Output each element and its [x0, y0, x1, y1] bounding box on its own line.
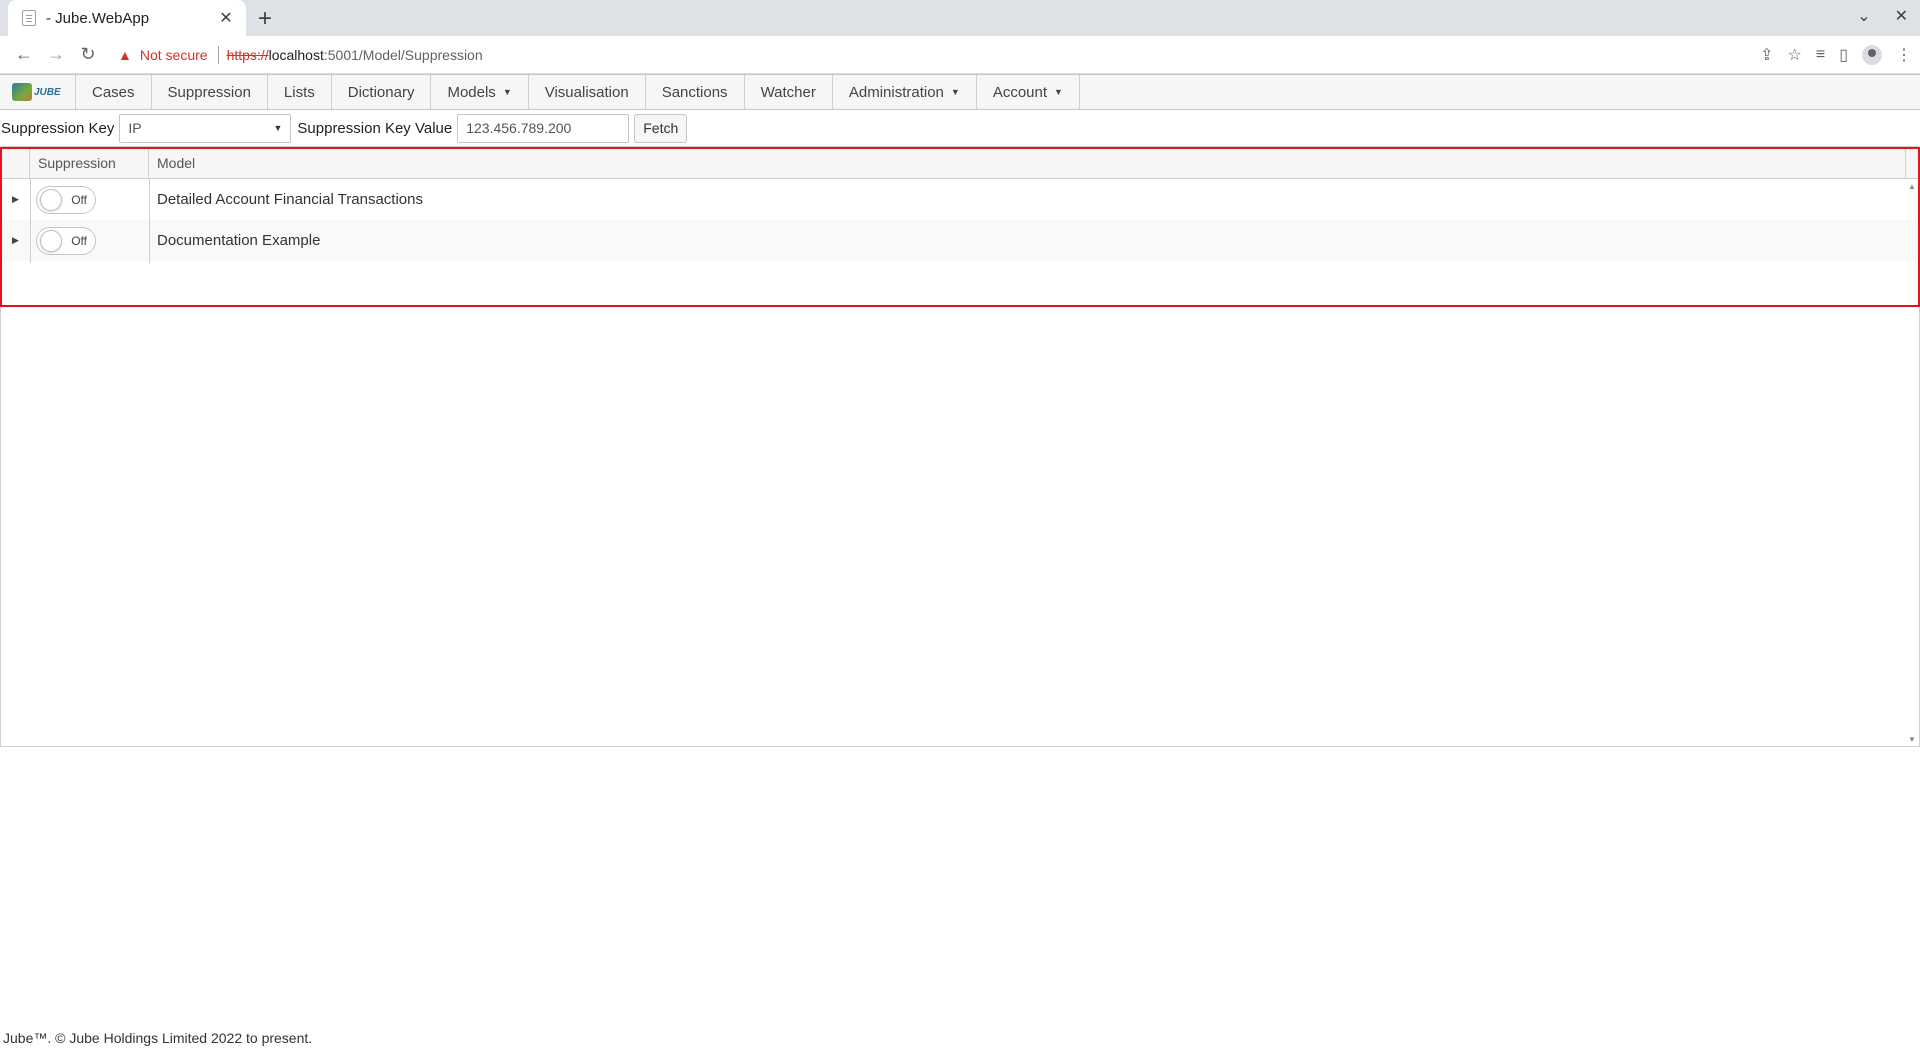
close-window-icon[interactable]: ✕: [1895, 6, 1908, 26]
back-icon[interactable]: ←: [8, 39, 40, 71]
caret-down-icon: ▼: [950, 87, 960, 97]
model-cell: Detailed Account Financial Transactions: [157, 191, 423, 208]
toggle-knob: [40, 188, 62, 211]
browser-tabstrip: - Jube.WebApp ✕ + ⌄ ✕: [0, 0, 1920, 36]
suppression-key-value-input[interactable]: [457, 113, 630, 143]
expand-column-header: [1, 147, 30, 178]
suppression-key-select[interactable]: IP ▼: [119, 113, 292, 143]
column-header-model[interactable]: Model: [149, 147, 1905, 178]
scroll-down-icon[interactable]: ▼: [1908, 735, 1916, 744]
url-host: localhost: [268, 46, 324, 63]
new-tab-icon[interactable]: +: [258, 5, 272, 33]
menu-item-visualisation[interactable]: Visualisation: [529, 75, 646, 109]
column-divider: [30, 179, 31, 263]
bookmark-star-icon[interactable]: ☆: [1788, 45, 1802, 65]
logo-mark-icon: [12, 83, 32, 101]
more-menu-icon[interactable]: ⋮: [1896, 45, 1912, 65]
warning-icon: ▲: [118, 46, 132, 63]
media-icon[interactable]: ≡: [1816, 46, 1825, 64]
menu-item-account[interactable]: Account ▼: [977, 75, 1080, 109]
menu-item-watcher[interactable]: Watcher: [745, 75, 833, 109]
menu-item-lists[interactable]: Lists: [268, 75, 332, 109]
jube-logo[interactable]: JUBE: [0, 75, 76, 109]
tab-title: - Jube.WebApp: [46, 9, 150, 27]
menu-item-models[interactable]: Models ▼: [431, 75, 529, 109]
grid-body: ▶ Off Detailed Account Financial Transac…: [1, 179, 1919, 263]
share-icon[interactable]: ⇪: [1760, 45, 1773, 65]
caret-down-icon: ▼: [1054, 87, 1063, 97]
tab-search-icon[interactable]: ⌄: [1857, 6, 1870, 26]
profile-avatar-icon[interactable]: [1862, 44, 1882, 65]
menu-label: Suppression: [167, 83, 251, 101]
menu-label: Models: [447, 83, 496, 101]
toggle-label: Off: [71, 192, 87, 207]
scroll-up-icon[interactable]: ▲: [1908, 182, 1916, 191]
security-label: Not secure: [139, 46, 208, 63]
menu-label: Account: [992, 83, 1048, 101]
footer-copyright: Jube™. © Jube Holdings Limited 2022 to p…: [3, 1030, 313, 1046]
window-controls: ⌄ ✕: [1857, 6, 1908, 26]
menu-item-cases[interactable]: Cases: [76, 75, 152, 109]
toggle-label: Off: [71, 233, 87, 248]
menu-label: Visualisation: [544, 83, 629, 101]
suppression-key-label: Suppression Key: [1, 119, 115, 137]
divider: [217, 45, 219, 64]
column-header-suppression[interactable]: Suppression: [30, 147, 149, 178]
suppression-cell: Off: [30, 226, 149, 255]
caret-down-icon: ▼: [502, 87, 512, 97]
suppression-toggle[interactable]: Off: [36, 226, 96, 255]
toggle-knob: [40, 229, 62, 252]
vertical-scrollbar[interactable]: ▲ ▼: [1905, 180, 1919, 746]
menu-item-dictionary[interactable]: Dictionary: [332, 75, 432, 109]
column-divider: [149, 179, 150, 263]
menu-label: Sanctions: [661, 83, 728, 101]
suppression-key-value-label: Suppression Key Value: [297, 119, 453, 137]
model-cell: Documentation Example: [157, 232, 321, 249]
menu-item-administration[interactable]: Administration ▼: [833, 75, 977, 109]
table-row[interactable]: ▶ Off Documentation Example: [1, 220, 1919, 261]
menu-label: Lists: [283, 83, 315, 101]
menu-label: Watcher: [760, 83, 816, 101]
table-row[interactable]: ▶ Off Detailed Account Financial Transac…: [1, 179, 1919, 220]
grid-header: Suppression Model: [1, 147, 1919, 179]
expand-row-icon[interactable]: ▶: [1, 235, 30, 246]
suppression-filter-bar: Suppression Key IP ▼ Suppression Key Val…: [0, 110, 1920, 146]
menu-label: Administration: [848, 83, 944, 101]
menu-label: Cases: [92, 83, 135, 101]
side-panel-icon[interactable]: ▯: [1839, 45, 1848, 65]
app-menu-bar: JUBE Cases Suppression Lists Dictionary …: [0, 74, 1920, 110]
suppression-toggle[interactable]: Off: [36, 185, 96, 214]
reload-icon[interactable]: ↻: [72, 39, 104, 71]
url-scheme: https://: [226, 46, 269, 63]
suppression-cell: Off: [30, 185, 149, 214]
expand-row-icon[interactable]: ▶: [1, 194, 30, 205]
page-icon: [22, 10, 36, 26]
menu-item-sanctions[interactable]: Sanctions: [646, 75, 745, 109]
browser-tab[interactable]: - Jube.WebApp ✕: [8, 0, 246, 36]
menu-item-suppression[interactable]: Suppression: [152, 75, 268, 109]
column-label: Suppression: [38, 154, 116, 171]
suppression-key-value: IP: [128, 120, 142, 136]
toolbar-icons: ⇪ ☆ ≡ ▯ ⋮: [1760, 44, 1912, 65]
close-tab-icon[interactable]: ✕: [216, 8, 236, 28]
suppression-grid: Suppression Model ▶ Off Detailed Account…: [0, 146, 1920, 747]
column-label: Model: [157, 154, 196, 171]
url-path: :5001/Model/Suppression: [323, 46, 483, 63]
fetch-button[interactable]: Fetch: [634, 113, 688, 143]
address-bar[interactable]: ▲ Not secure https:// localhost :5001/Mo…: [110, 40, 1752, 70]
header-scroll-spacer: [1905, 147, 1919, 178]
menu-label: Dictionary: [347, 83, 415, 101]
forward-icon[interactable]: →: [40, 39, 72, 71]
logo-text: JUBE: [34, 86, 61, 98]
chevron-down-icon: ▼: [273, 123, 283, 133]
browser-toolbar: ← → ↻ ▲ Not secure https:// localhost :5…: [0, 36, 1920, 74]
